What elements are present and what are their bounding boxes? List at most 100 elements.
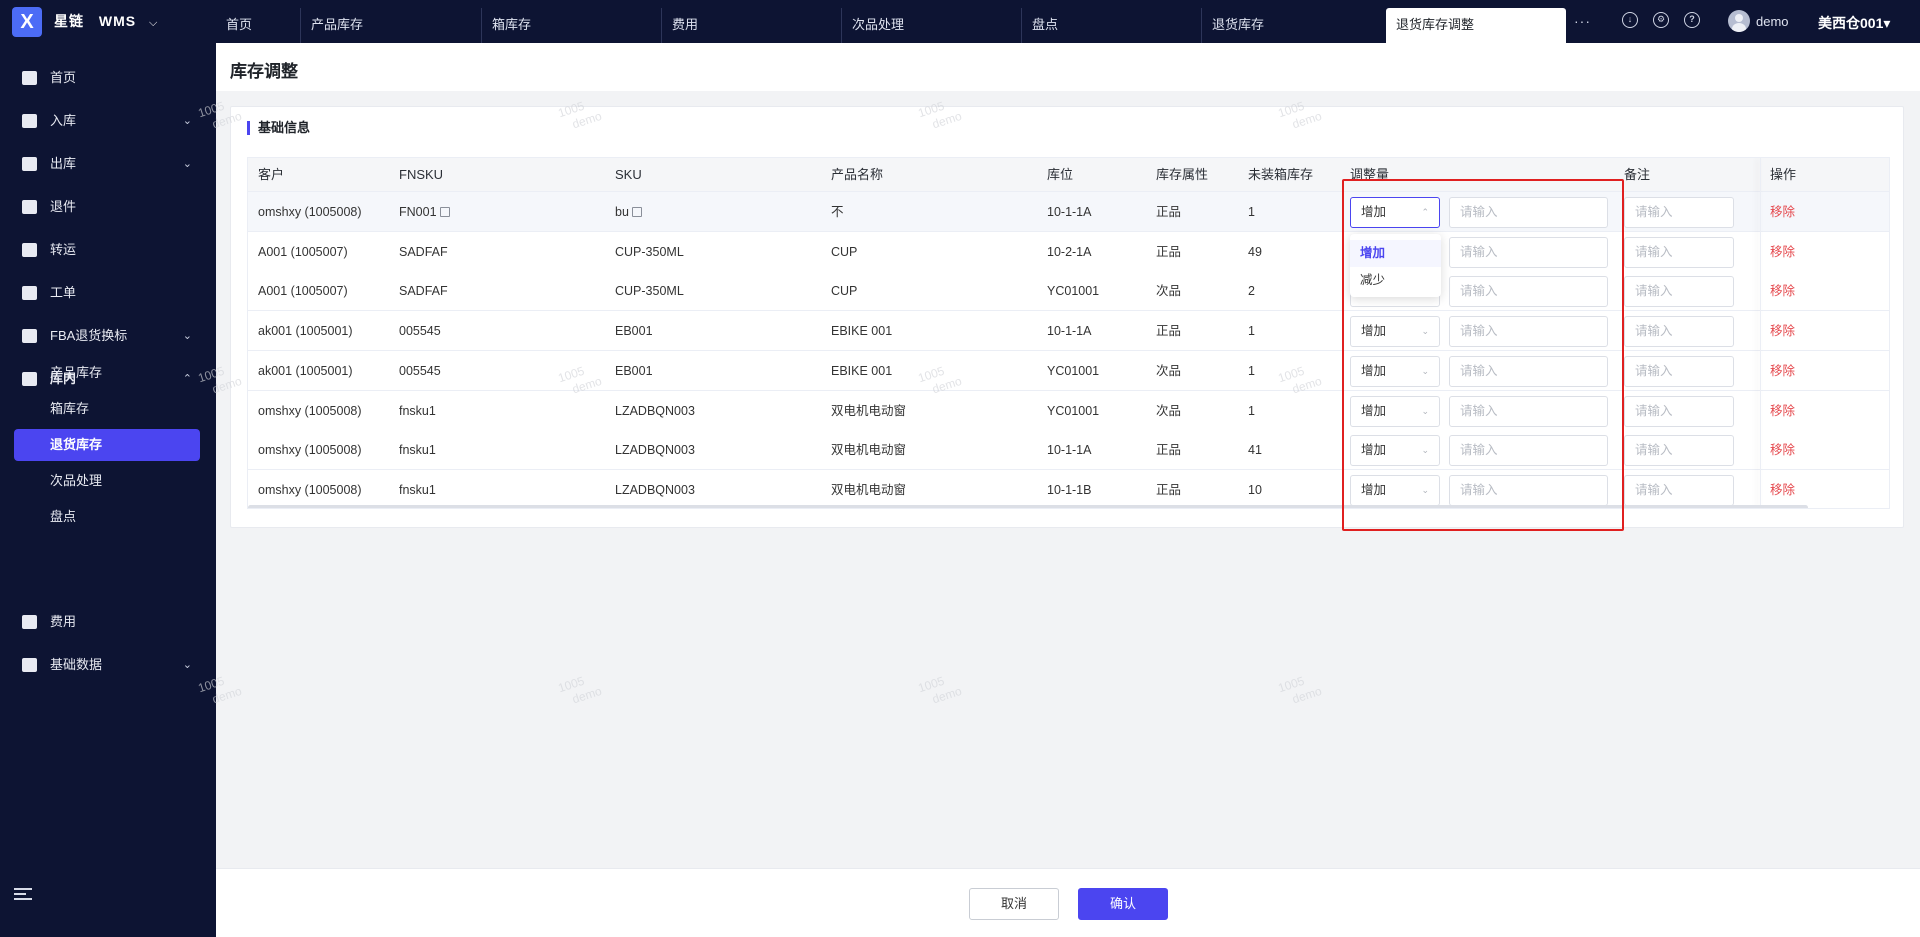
cell-fnsku: 005545 <box>399 351 441 391</box>
note-input[interactable]: 请输入 <box>1624 355 1734 387</box>
cell-sku: LZADBQN003 <box>615 391 695 431</box>
sidebar-subitem-4[interactable]: 盘点 <box>14 501 200 533</box>
customer-text: omshxy (1005008) <box>258 403 362 418</box>
copy-icon[interactable] <box>439 207 450 217</box>
tab-4[interactable]: 次品处理 <box>841 8 1021 43</box>
sidebar-item-work-order[interactable]: 工单 <box>0 273 216 313</box>
sidebar-item-returns[interactable]: 退件 <box>0 187 216 227</box>
product-name: WMS <box>98 13 137 29</box>
cell-attr: 次品 <box>1156 271 1181 311</box>
help-icon[interactable]: ? <box>1684 12 1700 28</box>
sidebar-item-label: 首页 <box>50 70 77 85</box>
sidebar-item-outbound[interactable]: 出库 ⌄ <box>0 144 216 184</box>
brand-switcher[interactable]: 星链 WMS ⌵ <box>54 11 158 31</box>
note-input[interactable]: 请输入 <box>1624 236 1734 268</box>
column-header: 备注 <box>1624 167 1651 182</box>
tab-6[interactable]: 退货库存 <box>1201 8 1386 43</box>
note-input[interactable]: 请输入 <box>1624 316 1734 348</box>
download-icon[interactable]: ↓ <box>1622 12 1638 28</box>
cell-sku: bu <box>615 192 642 232</box>
more-tabs-icon[interactable]: ··· <box>1574 13 1590 29</box>
location-text: 10-2-1A <box>1047 244 1092 259</box>
remove-link[interactable]: 移除 <box>1770 271 1795 311</box>
name-text: 双电机电动窗 <box>831 443 907 458</box>
tab-7[interactable]: 退货库存调整 <box>1386 8 1566 43</box>
collapse-menu-icon[interactable] <box>14 888 32 902</box>
tab-3[interactable]: 费用 <box>661 8 841 43</box>
sku-text: LZADBQN003 <box>615 482 695 497</box>
sidebar-item-transfer[interactable]: 转运 <box>0 230 216 270</box>
cell-location: 10-1-1A <box>1047 430 1091 470</box>
cancel-button[interactable]: 取消 <box>969 888 1059 920</box>
cell-name: EBIKE 001 <box>831 351 892 391</box>
remove-link[interactable]: 移除 <box>1770 391 1795 431</box>
settings-icon[interactable]: ⚙ <box>1653 12 1669 28</box>
sidebar-subitem-1[interactable]: 箱库存 <box>14 393 200 425</box>
warehouse-selector[interactable]: 美西仓001▾ <box>1818 13 1890 33</box>
tab-1[interactable]: 产品库存 <box>300 8 481 43</box>
tab-0[interactable]: 首页 <box>216 8 300 43</box>
highlight-adjust-column <box>1342 179 1624 531</box>
cell-fnsku: fnsku1 <box>399 470 436 508</box>
confirm-button[interactable]: 确认 <box>1078 888 1168 920</box>
cell-location: YC01001 <box>1047 391 1099 431</box>
sidebar-subitem-2[interactable]: 退货库存 <box>14 429 200 461</box>
fnsku-text: SADFAF <box>399 244 448 259</box>
column-header: 库位 <box>1047 167 1074 182</box>
tab-5[interactable]: 盘点 <box>1021 8 1201 43</box>
sidebar-item-label: 转运 <box>50 242 77 257</box>
remove-link[interactable]: 移除 <box>1770 430 1795 470</box>
name-text: CUP <box>831 244 858 259</box>
fnsku-text: 005545 <box>399 363 441 378</box>
cell-stock: 1 <box>1248 192 1255 232</box>
cell-name: CUP <box>831 232 857 272</box>
cell-stock: 1 <box>1248 351 1255 391</box>
remove-link[interactable]: 移除 <box>1770 351 1795 391</box>
location-text: 10-1-1A <box>1047 443 1092 458</box>
cell-attr: 正品 <box>1156 430 1181 470</box>
cell-name: CUP <box>831 271 857 311</box>
remove-link[interactable]: 移除 <box>1770 311 1795 351</box>
remove-link[interactable]: 移除 <box>1770 232 1795 272</box>
sidebar-subitem-3[interactable]: 次品处理 <box>14 465 200 497</box>
section-title: 基础信息 <box>247 121 310 135</box>
chevron-icon: ⌄ <box>182 158 192 170</box>
table-row: ak001 (1005001) 005545 EB001 EBIKE 001 10-1-… <box>248 311 1889 352</box>
cell-sku: EB001 <box>615 351 653 391</box>
cell-location: 10-1-1B <box>1047 470 1091 508</box>
note-input[interactable]: 请输入 <box>1624 276 1734 308</box>
sidebar-item-label: 入库 <box>50 113 77 128</box>
work-order-icon <box>22 286 37 300</box>
sidebar-item-base-data[interactable]: 基础数据 ⌄ <box>0 645 216 685</box>
note-input[interactable]: 请输入 <box>1624 435 1734 467</box>
copy-icon[interactable] <box>631 207 642 217</box>
avatar[interactable] <box>1728 10 1750 32</box>
sidebar-item-home[interactable]: 首页 <box>0 58 216 98</box>
home-icon <box>22 71 37 85</box>
cell-stock: 10 <box>1248 470 1262 508</box>
stock-text: 1 <box>1248 363 1255 378</box>
name-text: 双电机电动窗 <box>831 403 907 418</box>
sidebar-item-inbound[interactable]: 入库 ⌄ <box>0 101 216 141</box>
stock-text: 2 <box>1248 284 1255 299</box>
sku-text: LZADBQN003 <box>615 443 695 458</box>
user-name[interactable]: demo <box>1756 14 1789 29</box>
sku-text: EB001 <box>615 363 653 378</box>
location-text: YC01001 <box>1047 403 1100 418</box>
column-header: 客户 <box>258 167 285 182</box>
note-input[interactable]: 请输入 <box>1624 197 1734 228</box>
sidebar-subitem-0[interactable]: 产品库存 <box>14 357 200 389</box>
sidebar-item-fba-relabel[interactable]: FBA退货换标 ⌄ <box>0 316 216 356</box>
note-input[interactable]: 请输入 <box>1624 395 1734 427</box>
sidebar-item-label: 费用 <box>50 614 77 629</box>
location-text: 10-1-1A <box>1047 324 1092 339</box>
remove-link[interactable]: 移除 <box>1770 470 1795 508</box>
cell-customer: omshxy (1005008) <box>258 430 362 470</box>
watermark: 1005 demo <box>1276 670 1323 711</box>
tab-2[interactable]: 箱库存 <box>481 8 661 43</box>
remove-link[interactable]: 移除 <box>1770 192 1795 232</box>
sku-text: CUP-350ML <box>615 284 684 299</box>
table-row: ak001 (1005001) 005545 EB001 EBIKE 001 YC010… <box>248 350 1889 391</box>
sidebar-item-fees[interactable]: 费用 <box>0 602 216 642</box>
note-input[interactable]: 请输入 <box>1624 474 1734 506</box>
